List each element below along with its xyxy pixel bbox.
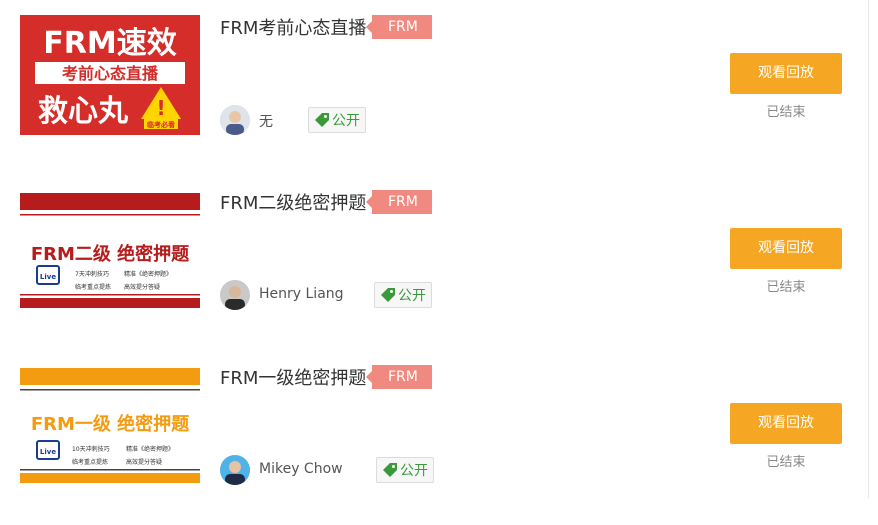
teacher-name: Mikey Chow	[259, 461, 343, 477]
thumb-tip: 10天冲刺技巧	[72, 445, 110, 453]
thumb-live: Live	[40, 273, 56, 281]
thumb-tip: 7天冲刺技巧	[75, 270, 109, 278]
course-item: FRM速效 考前心态直播 救心丸 ! 临考必看 FRM考前心态直播 FRM 无 …	[0, 0, 868, 175]
teacher-avatar	[220, 280, 250, 310]
watch-replay-button[interactable]: 观看回放	[730, 403, 842, 444]
thumb-tip: 高效提分答疑	[126, 458, 162, 466]
thumb-tip: 精准《绝密押题》	[126, 445, 174, 453]
status-text: 已结束	[766, 455, 806, 470]
tag-icon	[381, 288, 395, 302]
course-title[interactable]: FRM考前心态直播	[220, 17, 366, 41]
teacher-name: Henry Liang	[259, 286, 344, 302]
course-thumbnail[interactable]: FRM一级 绝密押题 Live 10天冲刺技巧 精准《绝密押题》 临考重点提炼 …	[20, 365, 200, 485]
tag-icon	[315, 113, 329, 127]
public-label: 公开	[332, 113, 360, 129]
thumb-tip: 精准《绝密押题》	[124, 270, 172, 278]
thumb-tip: 临考重点提炼	[72, 458, 108, 466]
course-thumbnail[interactable]: FRM速效 考前心态直播 救心丸 ! 临考必看	[20, 15, 200, 135]
course-title[interactable]: FRM一级绝密押题	[220, 367, 366, 391]
public-label: 公开	[400, 463, 428, 479]
teacher-avatar	[220, 105, 250, 135]
public-badge: 公开	[376, 457, 434, 483]
category-tag: FRM	[366, 365, 432, 389]
thumb-badge: 临考必看	[147, 120, 175, 129]
thumb-live: Live	[40, 448, 56, 456]
teacher-name: 无	[259, 114, 273, 130]
thumb-line3: 救心丸	[38, 94, 128, 129]
thumb-headline: FRM二级 绝密押题	[31, 243, 190, 265]
thumb-headline: FRM一级 绝密押题	[31, 413, 190, 435]
public-badge: 公开	[374, 282, 432, 308]
course-thumbnail[interactable]: FRM二级 绝密押题 Live 7天冲刺技巧 精准《绝密押题》 临考重点提炼 高…	[20, 190, 200, 310]
course-title[interactable]: FRM二级绝密押题	[220, 192, 366, 216]
course-item: FRM一级 绝密押题 Live 10天冲刺技巧 精准《绝密押题》 临考重点提炼 …	[0, 350, 868, 525]
public-badge: 公开	[308, 107, 366, 133]
svg-text:!: !	[156, 96, 165, 120]
watch-replay-button[interactable]: 观看回放	[730, 53, 842, 94]
thumb-line1: FRM速效	[43, 26, 176, 61]
tag-icon	[383, 463, 397, 477]
watch-replay-button[interactable]: 观看回放	[730, 228, 842, 269]
category-tag: FRM	[366, 190, 432, 214]
thumb-line2: 考前心态直播	[62, 64, 159, 83]
status-text: 已结束	[766, 105, 806, 120]
course-item: FRM二级 绝密押题 Live 7天冲刺技巧 精准《绝密押题》 临考重点提炼 高…	[0, 175, 868, 350]
category-tag: FRM	[366, 15, 432, 39]
teacher-avatar	[220, 455, 250, 485]
status-text: 已结束	[766, 280, 806, 295]
public-label: 公开	[398, 288, 426, 304]
thumb-tip: 高效提分答疑	[124, 283, 160, 291]
thumb-tip: 临考重点提炼	[75, 283, 111, 291]
right-divider	[868, 0, 869, 498]
